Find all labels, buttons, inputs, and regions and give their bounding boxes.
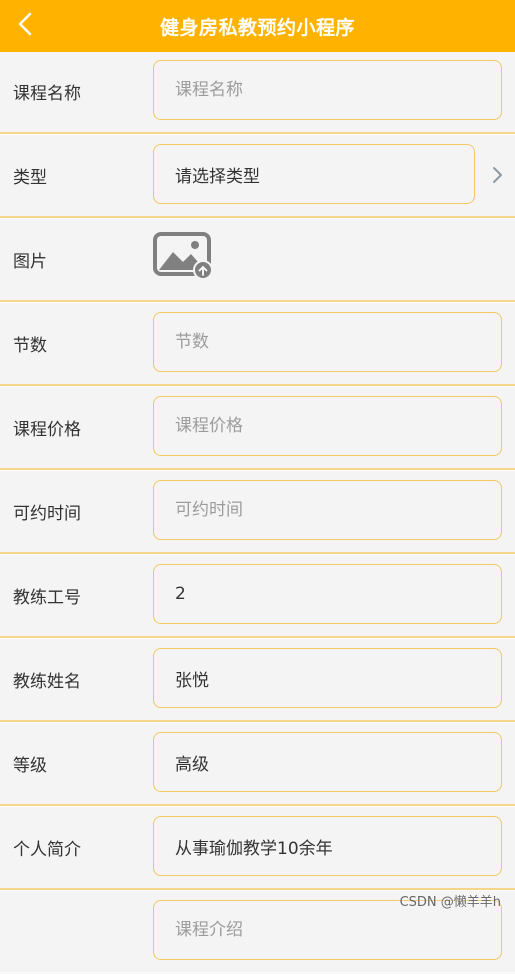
watermark: CSDN @懒羊羊h xyxy=(399,895,501,910)
coach-id-input[interactable] xyxy=(153,564,502,624)
course-form: 课程名称 类型 请选择类型 图片 节数 xyxy=(0,52,515,974)
form-row-coach-name: 教练姓名 xyxy=(0,640,515,722)
coach-name-input[interactable] xyxy=(153,648,502,708)
form-row-image: 图片 xyxy=(0,220,515,302)
level-input[interactable] xyxy=(153,732,502,792)
chevron-left-icon xyxy=(18,12,32,36)
image-label: 图片 xyxy=(13,251,47,272)
form-row-sessions: 节数 xyxy=(0,304,515,386)
image-upload-button[interactable] xyxy=(153,230,213,280)
form-row-available-time: 可约时间 xyxy=(0,472,515,554)
form-row-type: 类型 请选择类型 xyxy=(0,136,515,218)
course-name-input[interactable] xyxy=(153,60,502,120)
available-time-label: 可约时间 xyxy=(13,503,81,524)
available-time-input[interactable] xyxy=(153,480,502,540)
image-upload-icon xyxy=(153,232,213,280)
intro-input[interactable] xyxy=(153,816,502,876)
back-button[interactable] xyxy=(8,6,44,42)
sessions-label: 节数 xyxy=(13,335,47,356)
form-row-intro: 个人简介 xyxy=(0,808,515,890)
intro-label: 个人简介 xyxy=(13,839,81,860)
chevron-right-icon xyxy=(493,167,502,183)
form-row-coach-id: 教练工号 xyxy=(0,556,515,638)
type-select[interactable]: 请选择类型 xyxy=(153,144,475,204)
price-label: 课程价格 xyxy=(13,419,81,440)
top-nav-bar: 健身房私教预约小程序 xyxy=(0,0,515,52)
coach-id-label: 教练工号 xyxy=(13,587,81,608)
form-row-course-name: 课程名称 xyxy=(0,52,515,134)
form-row-level: 等级 xyxy=(0,724,515,806)
type-label: 类型 xyxy=(13,167,47,188)
course-name-label: 课程名称 xyxy=(13,83,81,104)
sessions-input[interactable] xyxy=(153,312,502,372)
type-select-value: 请选择类型 xyxy=(175,166,260,187)
coach-name-label: 教练姓名 xyxy=(13,671,81,692)
form-row-price: 课程价格 xyxy=(0,388,515,470)
page-title: 健身房私教预约小程序 xyxy=(159,16,355,39)
price-input[interactable] xyxy=(153,396,502,456)
level-label: 等级 xyxy=(13,755,47,776)
type-select-arrow[interactable] xyxy=(488,164,506,186)
